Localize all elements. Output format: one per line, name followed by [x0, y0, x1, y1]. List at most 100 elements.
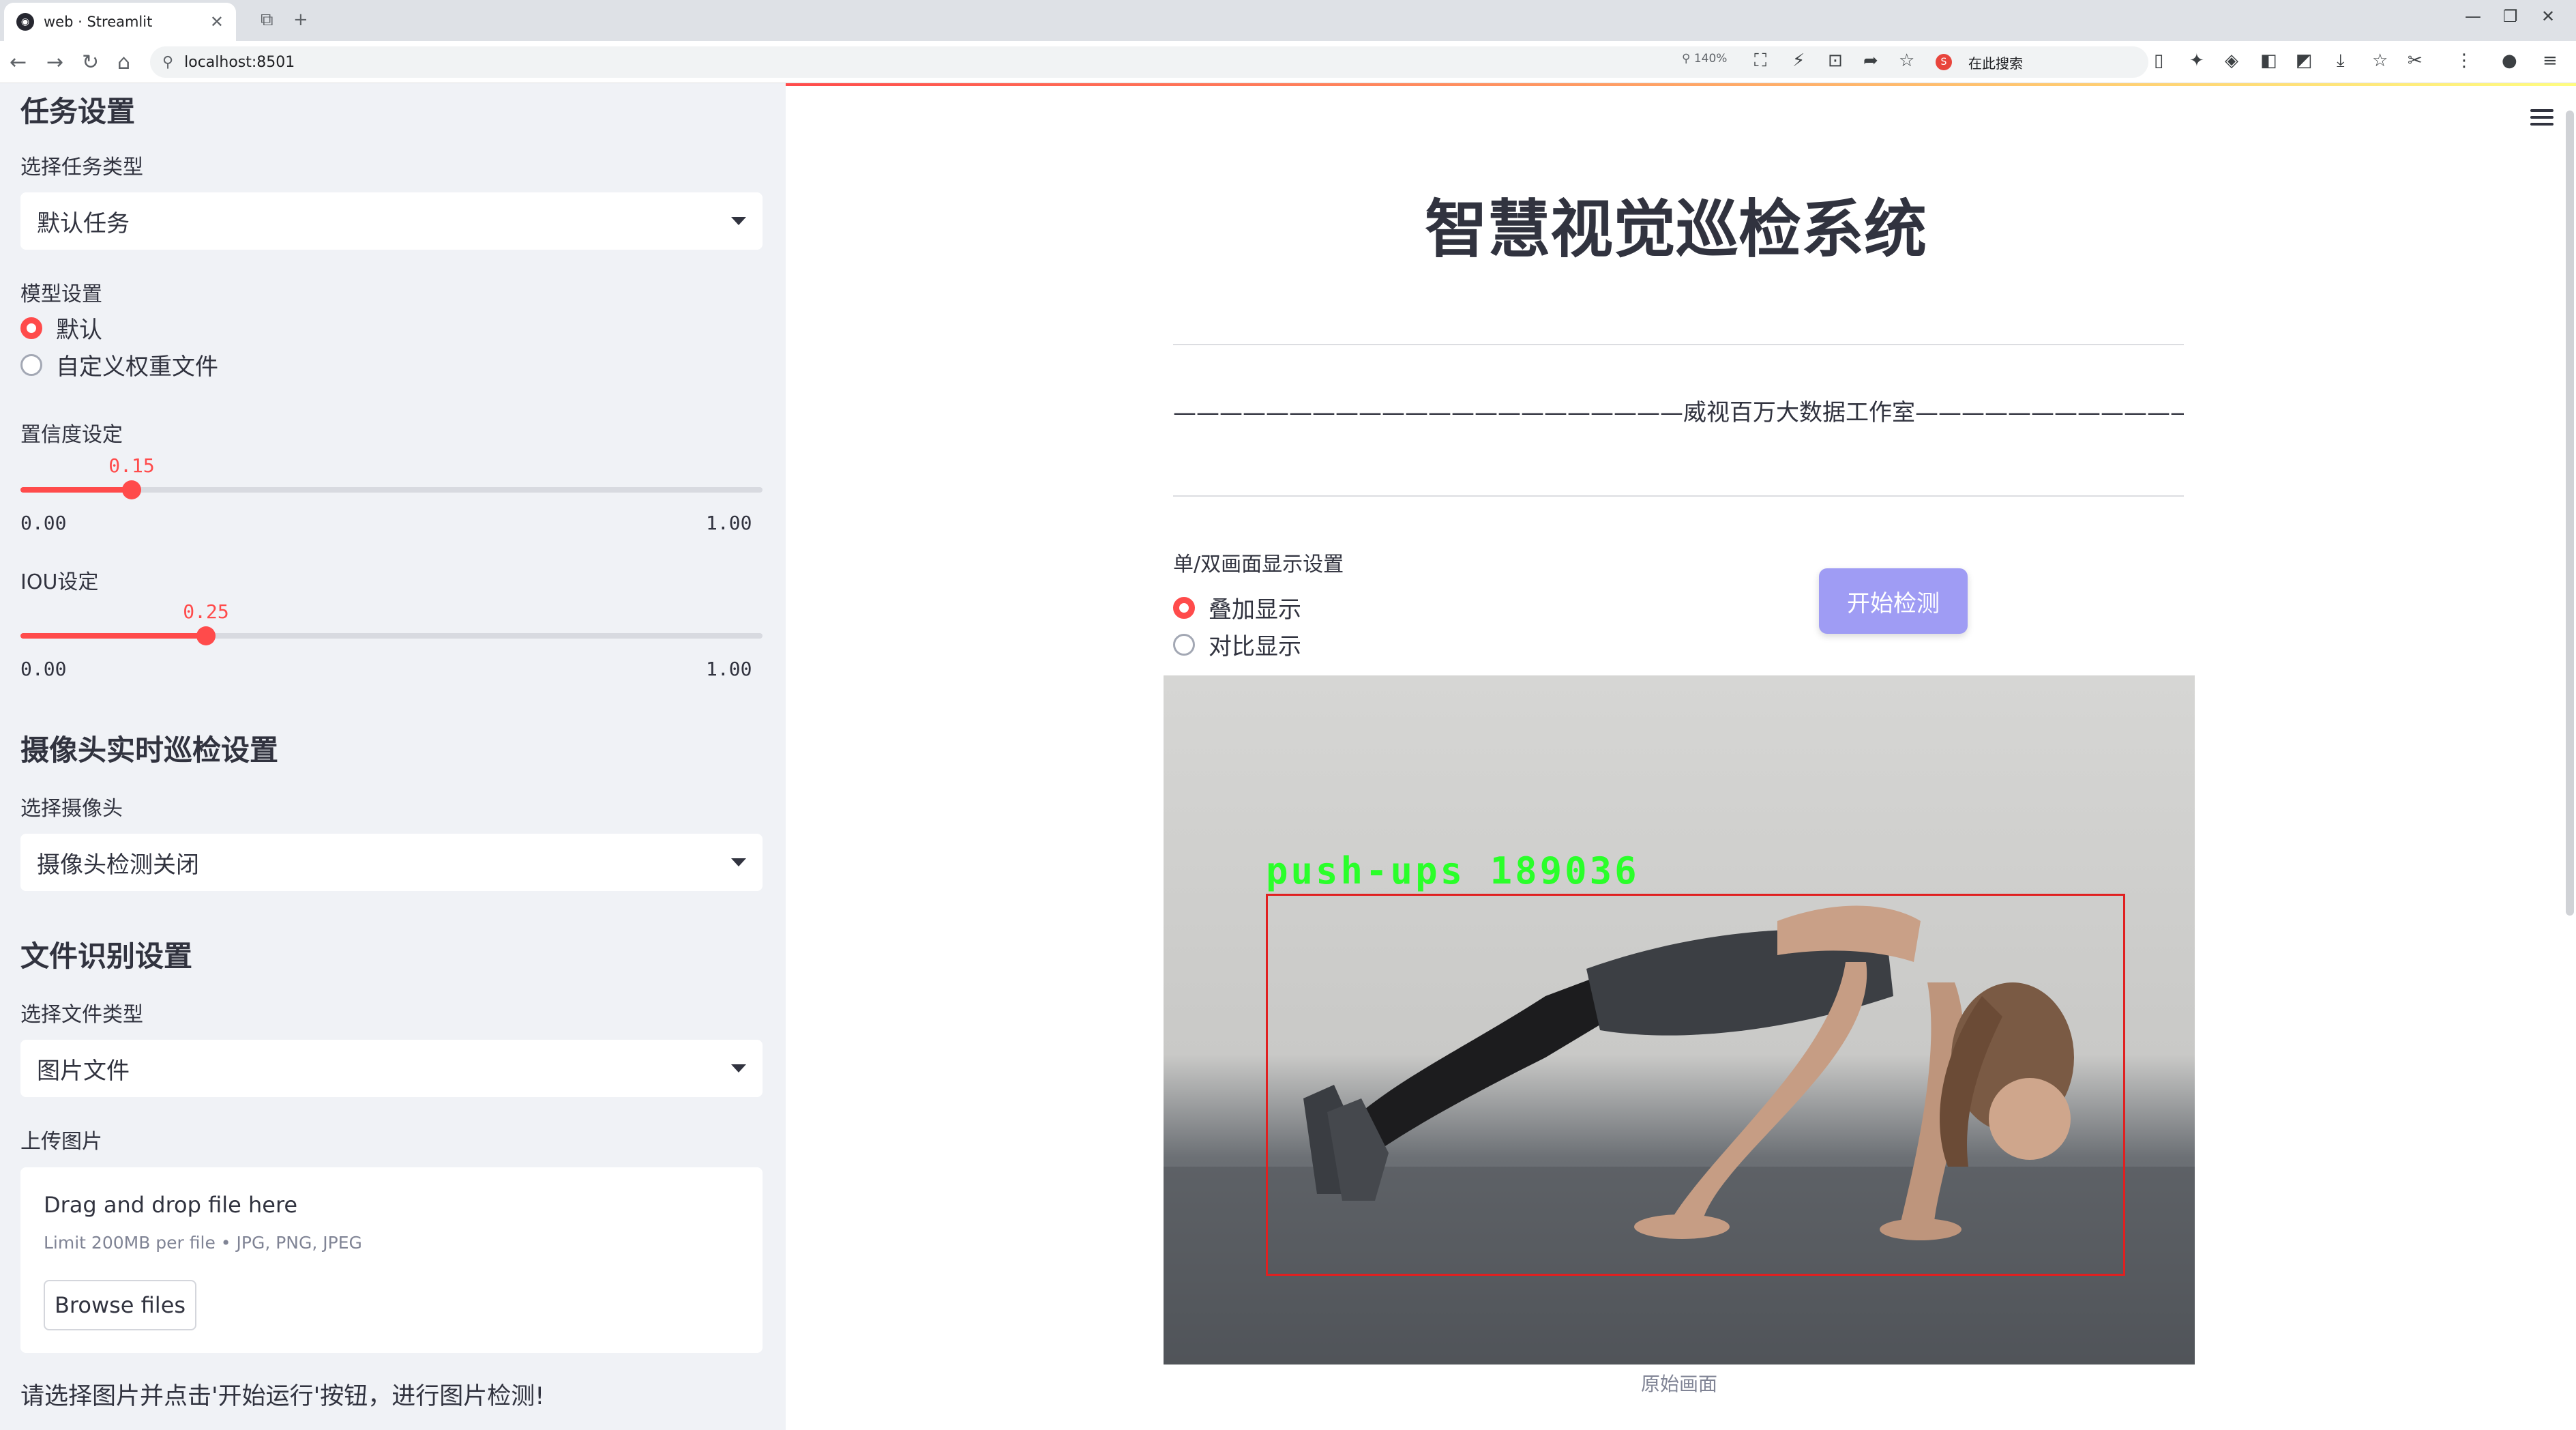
translate-icon[interactable]: ⛶ — [1754, 50, 1766, 72]
instruction-note: 请选择图片并点击'开始运行'按钮，进行图片检测! — [20, 1383, 545, 1410]
tab-groups-icon[interactable]: ⧉ — [261, 10, 273, 31]
search-placeholder: 在此搜索 — [1968, 55, 2023, 72]
file-dropzone[interactable]: Drag and drop file here Limit 200MB per … — [20, 1167, 763, 1353]
model-option-label: 默认 — [56, 317, 102, 344]
forward-icon[interactable]: → — [46, 50, 63, 74]
chevron-down-icon — [731, 1064, 746, 1072]
confidence-max: 1.00 — [706, 512, 752, 534]
divider-bottom — [1173, 495, 2184, 497]
confidence-value: 0.15 — [108, 454, 155, 477]
iou-slider-fill — [20, 633, 206, 639]
hamburger-menu-icon[interactable] — [2530, 109, 2553, 130]
confidence-slider-thumb[interactable] — [122, 480, 142, 499]
iou-max: 1.00 — [706, 658, 752, 680]
file-settings-heading: 文件识别设置 — [20, 939, 193, 973]
radio-unselected-icon[interactable] — [1173, 633, 1195, 656]
iou-value: 0.25 — [183, 600, 229, 623]
new-tab-icon[interactable]: + — [293, 10, 308, 30]
restore-icon[interactable]: ❐ — [2503, 7, 2518, 26]
task-type-label: 选择任务类型 — [20, 156, 143, 179]
favorites-icon[interactable]: ☆ — [2372, 50, 2388, 71]
radio-selected-icon[interactable] — [1173, 596, 1195, 619]
extension-icon[interactable]: ✦ — [2189, 50, 2204, 71]
display-mode-option-label: 对比显示 — [1209, 633, 1301, 660]
tab-close-icon[interactable]: ✕ — [210, 12, 224, 31]
file-type-value: 图片文件 — [37, 1057, 130, 1085]
task-type-select[interactable]: 默认任务 — [20, 192, 763, 250]
file-type-select[interactable]: 图片文件 — [20, 1040, 763, 1097]
iou-slider[interactable] — [20, 626, 763, 645]
upload-label: 上传图片 — [20, 1130, 102, 1154]
iou-min: 0.00 — [20, 658, 67, 680]
extension-2-icon[interactable]: ◈ — [2225, 50, 2238, 71]
phone-icon[interactable]: ▯ — [2154, 50, 2163, 71]
browser-tab[interactable]: ◉ web · Streamlit ✕ — [4, 3, 236, 41]
screenshot-icon[interactable]: ⊡ — [1828, 50, 1843, 71]
address-bar[interactable]: ⚲ localhost:8501 — [150, 46, 2148, 78]
divider-top — [1173, 344, 2184, 345]
detection-bounding-box — [1266, 894, 2125, 1276]
browser-tabbar: ◉ web · Streamlit ✕ ⧉ + — ❐ ✕ — [0, 0, 2576, 41]
main-content: 智慧视觉巡检系统 ——————————————————————威视百万大数据工作… — [786, 83, 2576, 1430]
top-decoration — [786, 83, 2576, 86]
confidence-slider[interactable] — [20, 480, 763, 499]
browser-menu-icon[interactable]: ≡ — [2543, 50, 2558, 71]
iou-slider-thumb[interactable] — [196, 626, 216, 645]
site-info-icon[interactable]: ⚲ — [162, 54, 173, 71]
streamlit-favicon-icon: ◉ — [16, 13, 34, 31]
page-title: 智慧视觉巡检系统 — [1424, 193, 1927, 266]
model-option-custom[interactable]: 自定义权重文件 — [20, 348, 218, 381]
extension-3-icon[interactable]: ◧ — [2260, 50, 2277, 71]
home-icon[interactable]: ⌂ — [117, 50, 130, 74]
cut-icon[interactable]: ✂ — [2408, 50, 2423, 71]
model-settings-label: 模型设置 — [20, 282, 102, 306]
task-type-value: 默认任务 — [37, 209, 130, 237]
start-detection-button[interactable]: 开始检测 — [1819, 568, 1968, 634]
lightning-icon[interactable]: ⚡ — [1792, 50, 1805, 71]
camera-settings-heading: 摄像头实时巡检设置 — [20, 733, 279, 767]
share-icon[interactable]: ➦ — [1863, 50, 1878, 71]
confidence-min: 0.00 — [20, 512, 67, 534]
search-engine-icon: S — [1936, 54, 1952, 70]
image-caption: 原始画面 — [1640, 1373, 1717, 1395]
search-engine-box[interactable]: S 在此搜索 — [1936, 48, 2140, 76]
url-text: localhost:8501 — [184, 53, 295, 71]
dropzone-title: Drag and drop file here — [44, 1192, 298, 1218]
display-mode-option-label: 叠加显示 — [1209, 596, 1301, 624]
task-settings-heading: 任务设置 — [20, 95, 136, 128]
iou-label: IOU设定 — [20, 570, 99, 594]
chevron-down-icon — [731, 858, 746, 866]
reload-icon[interactable]: ↻ — [82, 50, 99, 74]
model-option-default[interactable]: 默认 — [20, 311, 102, 345]
more-menu-icon[interactable]: ⋮ — [2455, 50, 2473, 71]
minimize-icon[interactable]: — — [2465, 7, 2481, 26]
studio-credit: ——————————————————————威视百万大数据工作室————————… — [1173, 399, 2184, 426]
display-mode-compare[interactable]: 对比显示 — [1173, 628, 1301, 661]
sidebar: 任务设置 选择任务类型 默认任务 模型设置 默认 自定义权重文件 置信度设定 0… — [0, 83, 786, 1430]
display-mode-overlay[interactable]: 叠加显示 — [1173, 591, 1301, 624]
model-option-label: 自定义权重文件 — [56, 353, 218, 381]
bookmark-star-icon[interactable]: ☆ — [1899, 50, 1914, 71]
detection-label: push-ups 189036 — [1266, 849, 1640, 892]
file-type-label: 选择文件类型 — [20, 1003, 143, 1027]
browse-files-button[interactable]: Browse files — [44, 1280, 196, 1330]
camera-select-value: 摄像头检测关闭 — [37, 851, 199, 879]
dropzone-limit: Limit 200MB per file • JPG, PNG, JPEG — [44, 1233, 362, 1253]
chevron-down-icon — [731, 217, 746, 225]
download-icon[interactable]: ⤓ — [2337, 50, 2345, 72]
extension-4-icon[interactable]: ◩ — [2296, 50, 2313, 71]
camera-select-label: 选择摄像头 — [20, 797, 123, 821]
close-window-icon[interactable]: ✕ — [2541, 7, 2555, 26]
radio-unselected-icon[interactable] — [20, 353, 42, 376]
zoom-level: 140% — [1693, 52, 1728, 65]
radio-selected-icon[interactable] — [20, 317, 42, 339]
back-icon[interactable]: ← — [10, 50, 27, 74]
zoom-indicator[interactable]: ⚲ 140% — [1682, 52, 1727, 65]
tab-title: web · Streamlit — [44, 14, 153, 30]
scrollbar[interactable] — [2566, 111, 2574, 916]
display-mode-label: 单/双画面显示设置 — [1173, 553, 1344, 577]
profile-avatar-icon[interactable]: ● — [2502, 50, 2517, 71]
detection-result-image: push-ups 189036 — [1164, 675, 2195, 1365]
camera-select[interactable]: 摄像头检测关闭 — [20, 834, 763, 891]
confidence-slider-fill — [20, 487, 132, 493]
